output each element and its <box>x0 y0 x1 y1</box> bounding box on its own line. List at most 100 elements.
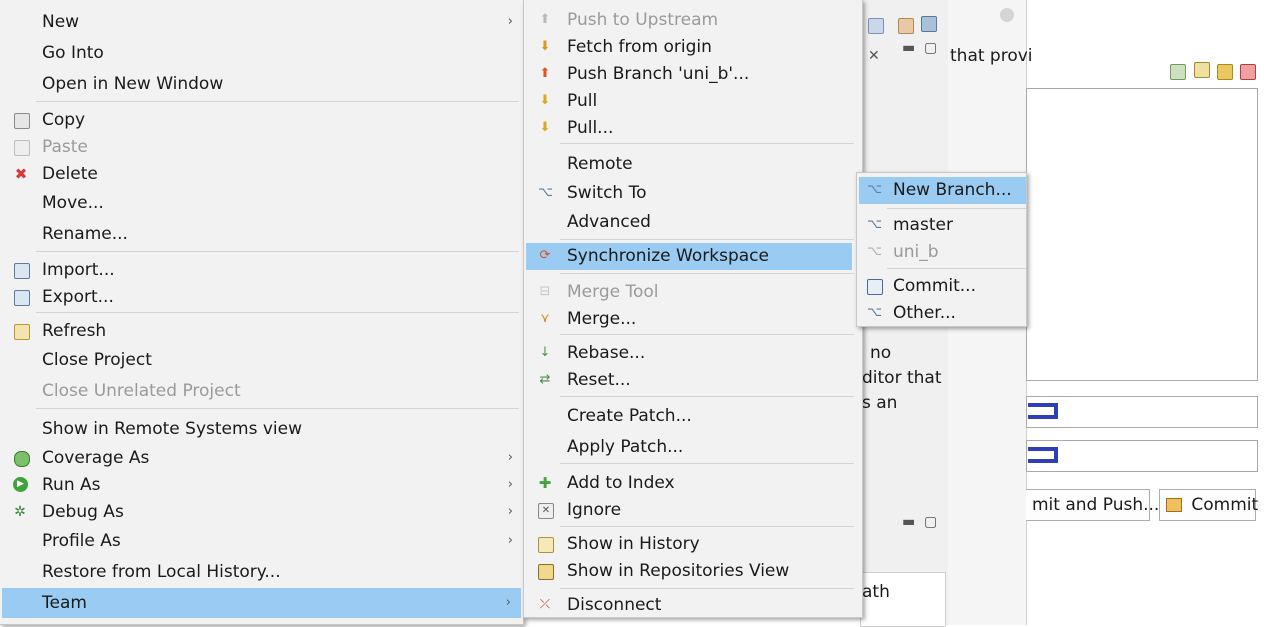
menu-separator <box>36 251 519 252</box>
menu-item-show-in-history[interactable]: Show in History <box>524 530 862 558</box>
menu-item-close-project[interactable]: Close Project <box>0 346 523 374</box>
menu-item-rename[interactable]: Rename... <box>0 220 523 248</box>
ignore-icon: ✕ <box>538 503 554 519</box>
disconnect-icon: ⤫ <box>539 597 551 612</box>
menu-separator <box>36 408 519 409</box>
menu-item-disconnect[interactable]: ⤫ Disconnect <box>524 591 862 619</box>
reset-icon: ⇄ <box>539 372 551 387</box>
menu-item-synchronize-workspace[interactable]: ⟳ Synchronize Workspace <box>526 243 852 270</box>
branch-icon: ⌥ <box>538 185 553 200</box>
toolbar-icon-1[interactable] <box>868 18 884 34</box>
pull-icon: ⬇ <box>539 93 551 108</box>
debug-icon: ✲ <box>14 504 26 520</box>
lock-icon[interactable] <box>1217 64 1233 80</box>
menu-item-open-in-new-window[interactable]: Open in New Window <box>0 70 523 98</box>
menu-item-refresh[interactable]: Refresh <box>0 317 523 345</box>
team-submenu: ⬆ Push to Upstream ⬇ Fetch from origin ⬆ Pu… <box>523 0 863 618</box>
export-icon <box>14 290 30 306</box>
menu-item-coverage-as[interactable]: Coverage As › <box>0 444 523 472</box>
chevron-right-icon: › <box>507 450 513 465</box>
paste-icon <box>14 140 30 156</box>
minimize-icon[interactable]: ▬ <box>902 40 915 56</box>
menu-item-reset[interactable]: ⇄ Reset... <box>524 366 862 394</box>
branch-icon: ⌥ <box>867 305 882 320</box>
menu-item-branch-master[interactable]: ⌥ master <box>857 211 1026 239</box>
menu-item-show-in-remote-systems-view[interactable]: Show in Remote Systems view <box>0 415 523 443</box>
view-menu-icon[interactable] <box>1000 8 1014 22</box>
menu-item-create-patch[interactable]: Create Patch... <box>524 402 862 430</box>
menu-item-ignore[interactable]: ✕ Ignore <box>524 496 862 524</box>
history-icon <box>538 537 554 553</box>
maximize-icon[interactable]: ▢ <box>924 40 937 56</box>
checked-branch-icon: ⌥ <box>867 244 882 259</box>
commit-toolbar-icon-1[interactable] <box>1170 64 1186 80</box>
committer-field-marker <box>1028 447 1058 463</box>
menu-separator <box>560 273 854 274</box>
menu-item-debug-as[interactable]: ✲ Debug As › <box>0 498 523 526</box>
refresh-icon <box>14 324 30 340</box>
author-field-marker <box>1028 403 1058 419</box>
menu-item-pull[interactable]: ⬇ Pull <box>524 87 862 115</box>
background-snippet-no: no <box>870 343 892 363</box>
menu-item-close-unrelated-project: Close Unrelated Project <box>42 381 241 401</box>
background-snippet-editor: ditor that <box>862 368 942 388</box>
menu-separator <box>36 101 519 102</box>
menu-item-move[interactable]: Move... <box>0 189 523 217</box>
commit-button[interactable]: Commit <box>1159 489 1258 521</box>
menu-item-advanced[interactable]: Advanced <box>524 208 862 236</box>
menu-item-show-in-repositories-view[interactable]: Show in Repositories View <box>524 557 862 585</box>
context-menu: New › Go Into Open in New Window Copy Pas… <box>0 0 524 625</box>
menu-item-switch-to[interactable]: ⌥ Switch To <box>524 179 862 207</box>
push-branch-icon: ⬆ <box>539 66 551 81</box>
menu-separator <box>560 334 854 335</box>
copy-icon <box>14 113 30 129</box>
merge-icon: ⋎ <box>540 311 550 326</box>
menu-item-export[interactable]: Export... <box>0 283 523 311</box>
commit-toolbar-icon-4[interactable] <box>1240 64 1256 80</box>
toolbar-icon-2[interactable] <box>898 18 914 34</box>
menu-item-other[interactable]: ⌥ Other... <box>857 299 1026 327</box>
menu-item-fetch-from-origin[interactable]: ⬇ Fetch from origin <box>524 33 862 61</box>
menu-item-go-into[interactable]: Go Into <box>0 39 523 67</box>
chevron-right-icon: › <box>507 504 513 519</box>
menu-item-merge[interactable]: ⋎ Merge... <box>524 305 862 333</box>
menu-item-new-branch[interactable]: ⌥ New Branch... <box>859 177 1026 204</box>
commit-toolbar-icon-2[interactable] <box>1194 62 1210 78</box>
minimize-icon-2[interactable]: ▬ <box>902 514 915 530</box>
menu-item-branch-uni-b: ⌥ uni_b <box>867 242 939 262</box>
chevron-right-icon: › <box>505 595 511 610</box>
maximize-icon-2[interactable]: ▢ <box>924 514 937 530</box>
menu-item-apply-patch[interactable]: Apply Patch... <box>524 433 862 461</box>
author-field[interactable] <box>1026 396 1258 428</box>
menu-item-paste: Paste <box>0 133 523 161</box>
fetch-icon: ⬇ <box>539 39 551 54</box>
menu-separator <box>560 143 854 144</box>
menu-item-restore-from-local-history[interactable]: Restore from Local History... <box>0 558 523 586</box>
menu-item-add-to-index[interactable]: ✚ Add to Index <box>524 469 862 497</box>
menu-item-pull-dialog[interactable]: ⬇ Pull... <box>524 114 862 142</box>
menu-separator <box>887 268 1026 269</box>
menu-item-remote[interactable]: Remote <box>524 150 862 178</box>
git-repository-icon <box>538 564 554 580</box>
menu-item-commit[interactable]: Commit... <box>857 272 1026 300</box>
new-branch-icon: ⌥ <box>867 182 882 197</box>
menu-item-run-as[interactable]: ▶ Run As › <box>0 471 523 499</box>
close-view-icon[interactable]: ✕ <box>868 48 880 64</box>
commit-and-push-button[interactable]: mit and Push... <box>1026 489 1159 521</box>
menu-item-delete[interactable]: ✖ Delete <box>0 160 523 188</box>
menu-item-rebase[interactable]: ↓ Rebase... <box>524 339 862 367</box>
menu-item-copy[interactable]: Copy <box>0 106 523 134</box>
menu-separator <box>36 312 519 313</box>
menu-item-new[interactable]: New › <box>0 8 523 36</box>
toolbar-icon-3[interactable] <box>921 16 937 32</box>
menu-item-team[interactable]: Team › <box>2 588 521 618</box>
committer-field[interactable] <box>1026 440 1258 472</box>
menu-item-push-to-upstream: ⬆ Push to Upstream <box>539 10 719 30</box>
menu-item-profile-as[interactable]: Profile As › <box>0 527 523 555</box>
commit-message-area[interactable] <box>1026 88 1258 381</box>
menu-separator <box>560 239 854 240</box>
menu-item-import[interactable]: Import... <box>0 256 523 284</box>
switch-to-submenu: ⌥ New Branch... ⌥ master ⌥ uni_b Commit... … <box>856 172 1027 327</box>
menu-item-push-branch[interactable]: ⬆ Push Branch 'uni_b'... <box>524 60 862 88</box>
commit-icon <box>1166 498 1182 512</box>
